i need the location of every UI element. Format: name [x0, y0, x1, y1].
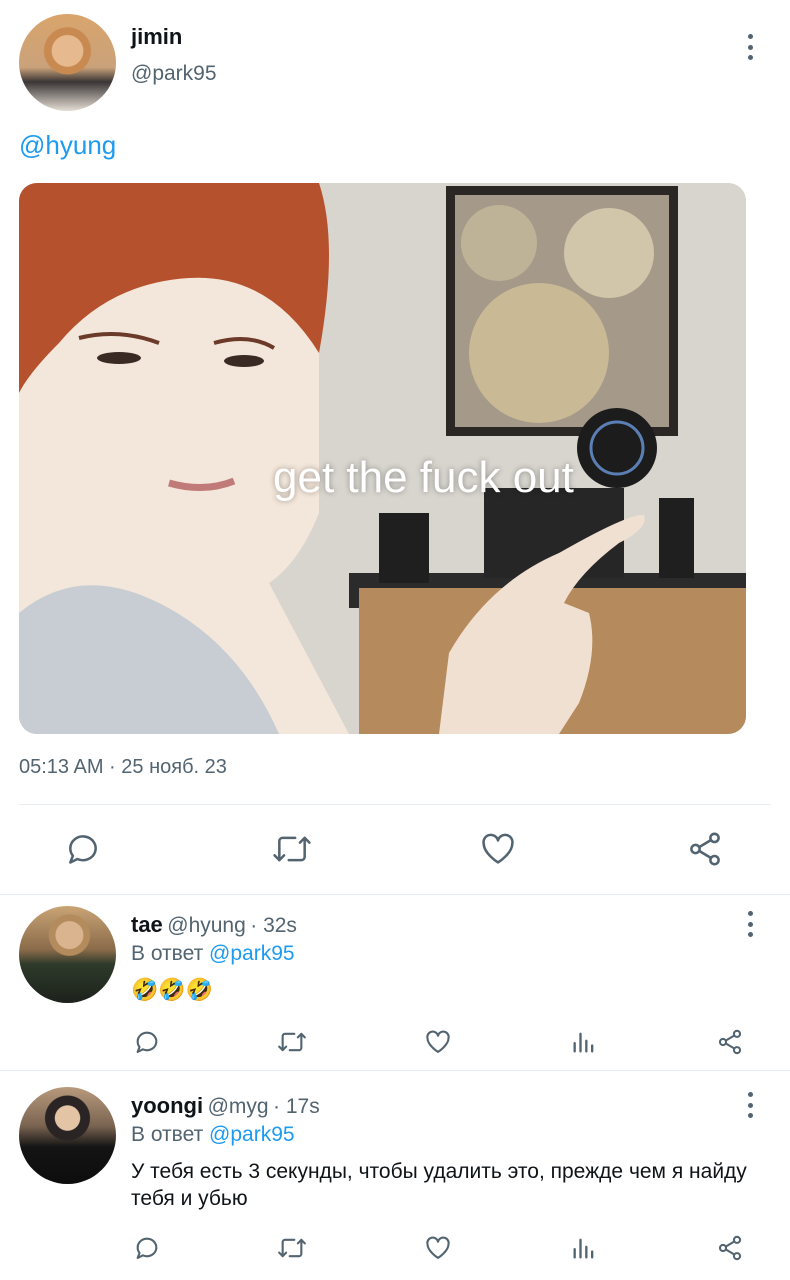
divider: [0, 1070, 790, 1071]
reply-avatar[interactable]: [19, 906, 116, 1003]
divider: [0, 894, 790, 895]
tweet-image[interactable]: get the fuck out: [19, 183, 746, 734]
retweet-icon[interactable]: [276, 1234, 308, 1262]
tweet-text-mention[interactable]: @hyung: [19, 130, 116, 161]
reply-avatar[interactable]: [19, 1087, 116, 1184]
divider: [19, 804, 771, 805]
reply-time[interactable]: · 32s: [250, 914, 297, 937]
reply-context: В ответ @park95: [131, 1123, 295, 1147]
share-icon[interactable]: [686, 830, 724, 868]
reply-name[interactable]: tae: [131, 912, 163, 937]
author-name[interactable]: jimin: [131, 24, 182, 50]
views-icon[interactable]: [570, 1028, 598, 1056]
reply-icon[interactable]: [64, 830, 102, 868]
heart-icon[interactable]: [479, 830, 517, 868]
reply-context: В ответ @park95: [131, 942, 295, 966]
more-icon[interactable]: [745, 911, 755, 937]
reply-header: yoongi @myg · 17s: [131, 1093, 320, 1119]
more-icon[interactable]: [745, 34, 755, 60]
reply-icon[interactable]: [133, 1028, 161, 1056]
reply-time[interactable]: · 17s: [273, 1095, 320, 1118]
share-icon[interactable]: [716, 1028, 744, 1056]
reply-handle[interactable]: @myg: [208, 1095, 269, 1118]
reply-prefix: В ответ: [131, 942, 204, 965]
image-caption: get the fuck out: [273, 453, 574, 502]
reply-name[interactable]: yoongi: [131, 1093, 203, 1118]
reply-to-mention[interactable]: @park95: [209, 942, 295, 965]
retweet-icon[interactable]: [271, 830, 313, 868]
author-avatar[interactable]: [19, 14, 116, 111]
more-icon[interactable]: [745, 1092, 755, 1118]
heart-icon[interactable]: [424, 1234, 452, 1262]
reply-header: tae @hyung · 32s: [131, 912, 297, 938]
heart-icon[interactable]: [424, 1028, 452, 1056]
reply-body: У тебя есть 3 секунды, чтобы удалить это…: [131, 1160, 747, 1210]
share-icon[interactable]: [716, 1234, 744, 1262]
author-handle[interactable]: @park95: [131, 62, 217, 86]
reply-handle[interactable]: @hyung: [167, 914, 246, 937]
views-icon[interactable]: [570, 1234, 598, 1262]
retweet-icon[interactable]: [276, 1028, 308, 1056]
reply-prefix: В ответ: [131, 1123, 204, 1146]
reply-body: 🤣🤣🤣: [131, 977, 214, 1002]
tweet-timestamp[interactable]: 05:13 AM · 25 нояб. 23: [19, 756, 227, 779]
reply-icon[interactable]: [133, 1234, 161, 1262]
reply-to-mention[interactable]: @park95: [209, 1123, 295, 1146]
